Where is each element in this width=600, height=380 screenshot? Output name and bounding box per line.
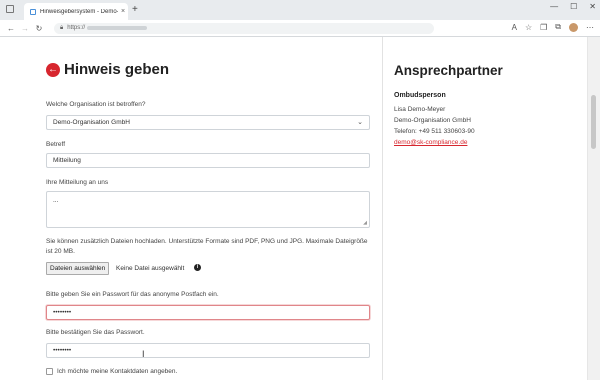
org-select[interactable]: Demo-Organisation GmbH ⌄ <box>46 115 370 130</box>
contact-role: Ombudsperson <box>394 92 446 99</box>
favicon-icon <box>30 8 36 15</box>
upload-help-text: Sie können zusätzlich Dateien hochladen.… <box>46 238 368 255</box>
new-tab-button[interactable]: + <box>132 4 138 16</box>
org-select-value: Demo-Organisation GmbH <box>53 119 130 126</box>
browser-window: Hinweisgebersystem - Demo-O × + — ☐ ✕ ← … <box>0 0 600 380</box>
password-confirm-value: •••••••• <box>53 347 72 354</box>
forward-arrow-icon[interactable]: → <box>18 24 32 33</box>
text-cursor-icon: I <box>142 349 145 359</box>
password-confirm-input[interactable]: •••••••• <box>46 343 370 358</box>
contact-checkbox[interactable]: Ich möchte meine Kontaktdaten angeben. <box>46 368 177 375</box>
checkbox-box[interactable] <box>46 368 53 375</box>
subject-input[interactable]: Mitteilung <box>46 153 370 168</box>
arrow-left-icon[interactable]: ← <box>46 62 60 77</box>
form-heading: ← Hinweis geben <box>46 61 169 78</box>
close-window-button[interactable]: ✕ <box>589 2 596 11</box>
subject-value: Mitteilung <box>53 157 81 164</box>
password-value: •••••••• <box>53 309 72 316</box>
message-value: ... <box>53 197 59 204</box>
password-confirm-label: Bitte bestätigen Sie das Passwort. <box>46 329 145 336</box>
page-title: Hinweis geben <box>64 61 170 78</box>
collections-icon[interactable]: ❐ <box>540 23 547 32</box>
scrollbar-thumb[interactable] <box>591 95 596 149</box>
contact-checkbox-label: Ich möchte meine Kontaktdaten angeben. <box>57 368 178 375</box>
address-bar[interactable]: 🔒︎ https:// <box>54 22 434 34</box>
address-toolbar: ← → ↻ 🔒︎ https:// A ☆ ❐ ⧉ ⋯ <box>0 20 600 37</box>
password-input[interactable]: •••••••• <box>46 305 370 320</box>
contact-phone: Telefon: +49 511 330603-90 <box>394 128 475 135</box>
reload-icon[interactable]: ↻ <box>32 24 46 33</box>
page-scrollbar[interactable] <box>587 37 600 380</box>
maximize-button[interactable]: ☐ <box>570 2 577 11</box>
choose-files-button[interactable]: Dateien auswählen <box>46 262 110 275</box>
org-label: Welche Organisation ist betroffen? <box>46 101 146 108</box>
tab-actions-icon[interactable] <box>6 5 14 13</box>
page-content: ← Hinweis geben Welche Organisation ist … <box>0 37 600 380</box>
minimize-button[interactable]: — <box>550 2 558 11</box>
file-status: Keine Datei ausgewählt <box>116 265 185 272</box>
browser-tab[interactable]: Hinweisgebersystem - Demo-O × <box>24 3 128 20</box>
extensions-icon[interactable]: ⧉ <box>555 22 561 32</box>
tab-strip: Hinweisgebersystem - Demo-O × + — ☐ ✕ <box>0 0 600 20</box>
contact-panel: Ansprechpartner Ombudsperson Lisa Demo-M… <box>383 37 588 380</box>
message-label: Ihre Mitteilung an uns <box>46 179 109 186</box>
resize-handle-icon[interactable]: ◢ <box>363 220 367 226</box>
profile-avatar[interactable] <box>569 22 578 32</box>
contact-email-link[interactable]: demo@sk-compliance.de <box>394 139 467 146</box>
tab-close-icon[interactable]: × <box>118 8 128 15</box>
url-redacted <box>87 26 148 30</box>
contact-organisation: Demo-Organisation GmbH <box>394 117 471 124</box>
contact-title: Ansprechpartner <box>394 63 503 78</box>
chevron-down-icon: ⌄ <box>357 119 363 126</box>
subject-label: Betreff <box>46 141 66 148</box>
read-aloud-icon[interactable]: A <box>512 23 517 32</box>
tab-title: Hinweisgebersystem - Demo-O <box>40 8 118 15</box>
contact-name: Lisa Demo-Meyer <box>394 106 446 113</box>
menu-icon[interactable]: ⋯ <box>586 23 594 32</box>
favorites-star-icon[interactable]: ☆ <box>525 23 532 32</box>
url-text: https:// <box>67 25 86 31</box>
toolbar-icons: A ☆ ❐ ⧉ ⋯ <box>512 22 594 32</box>
info-icon[interactable]: i <box>194 264 201 271</box>
lock-icon: 🔒︎ <box>60 24 64 31</box>
back-arrow-icon[interactable]: ← <box>4 24 18 33</box>
window-controls: — ☐ ✕ <box>550 2 596 11</box>
password-label: Bitte geben Sie ein Passwort für das ano… <box>46 291 219 298</box>
message-textarea[interactable]: ... ◢ <box>46 191 370 228</box>
